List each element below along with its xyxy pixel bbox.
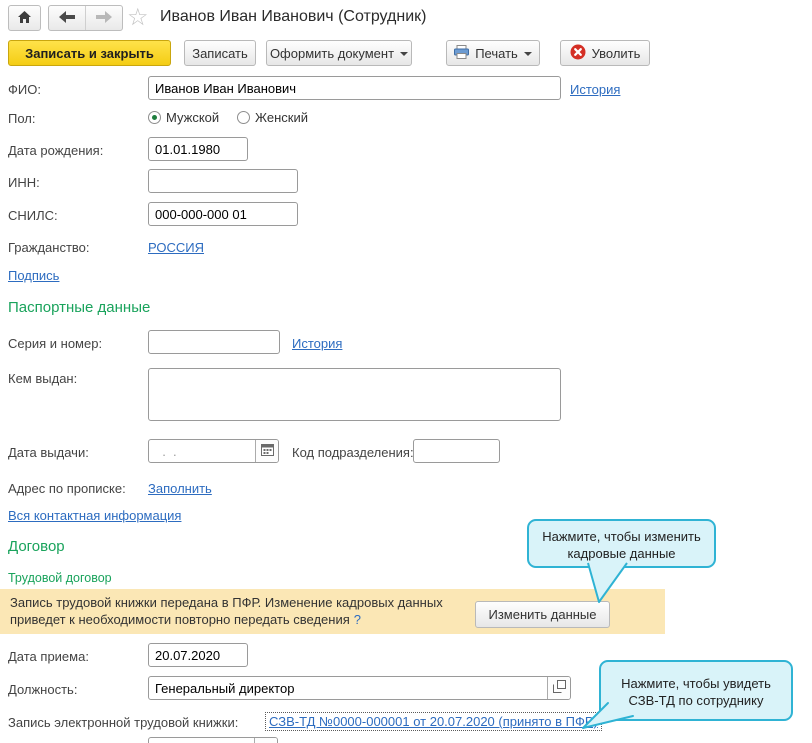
radio-dot-icon xyxy=(148,111,161,124)
address-label: Адрес по прописке: xyxy=(8,481,126,496)
help-question-link[interactable]: ? xyxy=(354,612,361,627)
open-form-icon xyxy=(553,680,566,696)
snils-label: СНИЛС: xyxy=(8,208,58,223)
print-label: Печать xyxy=(475,46,518,61)
all-contact-info-link[interactable]: Вся контактная информация xyxy=(8,508,181,523)
gender-radio-male[interactable]: Мужской xyxy=(148,110,219,125)
history-nav-group xyxy=(48,5,123,31)
inn-input[interactable] xyxy=(148,169,298,193)
save-label: Записать xyxy=(192,46,248,61)
hire-date-input[interactable] xyxy=(148,643,248,667)
gender-label: Пол: xyxy=(8,111,36,126)
signature-link[interactable]: Подпись xyxy=(8,268,59,283)
passport-history-link[interactable]: История xyxy=(292,336,342,351)
gender-radio-female[interactable]: Женский xyxy=(237,110,308,125)
snils-input[interactable] xyxy=(148,202,298,226)
dismiss-employee-button[interactable]: Уволить xyxy=(560,40,650,66)
dept-code-input[interactable] xyxy=(413,439,500,463)
birth-date-label: Дата рождения: xyxy=(8,143,103,158)
fio-label: ФИО: xyxy=(8,82,41,97)
position-label: Должность: xyxy=(8,682,77,697)
edit-data-label: Изменить данные xyxy=(489,607,597,622)
passport-section-header: Паспортные данные xyxy=(8,299,150,316)
issue-date-label: Дата выдачи: xyxy=(8,445,89,460)
issued-by-textarea[interactable] xyxy=(148,368,561,421)
bottom-partial-field xyxy=(148,737,278,743)
bottom-partial-picker-button[interactable] xyxy=(254,738,277,743)
work-record-label: Запись электронной трудовой книжки: xyxy=(8,715,238,730)
birth-date-input[interactable] xyxy=(148,137,248,161)
passport-series-label: Серия и номер: xyxy=(8,336,102,351)
save-and-close-label: Записать и закрыть xyxy=(25,46,154,61)
pfr-warning-line1: Запись трудовой книжки передана в ПФР. И… xyxy=(10,595,443,610)
page-title: Иванов Иван Иванович (Сотрудник) xyxy=(160,8,426,26)
home-icon xyxy=(17,10,32,27)
fio-input[interactable] xyxy=(148,76,561,100)
dept-code-label: Код подразделения: xyxy=(292,445,414,460)
bottom-partial-input[interactable] xyxy=(149,738,254,743)
calendar-icon xyxy=(261,443,274,459)
forward-button[interactable] xyxy=(86,6,122,30)
hire-date-label: Дата приема: xyxy=(8,649,89,664)
printer-icon xyxy=(454,45,469,62)
radio-dot-icon xyxy=(237,111,250,124)
position-field xyxy=(148,676,571,700)
home-button[interactable] xyxy=(8,5,41,31)
tooltip-edit-data: Нажмите, чтобы изменить кадровые данные xyxy=(527,519,716,568)
citizenship-link[interactable]: РОССИЯ xyxy=(148,240,204,255)
save-button[interactable]: Записать xyxy=(184,40,256,66)
edit-data-button[interactable]: Изменить данные xyxy=(475,601,610,628)
calendar-picker-button[interactable] xyxy=(255,440,278,462)
chevron-down-icon xyxy=(400,52,408,60)
fio-history-link[interactable]: История xyxy=(570,82,620,97)
citizenship-label: Гражданство: xyxy=(8,240,90,255)
back-button[interactable] xyxy=(49,6,85,30)
labor-contract-subheader: Трудовой договор xyxy=(8,571,112,585)
favorite-star-icon[interactable]: ☆ xyxy=(127,6,149,30)
chevron-down-icon xyxy=(524,52,532,60)
tooltip-szvtd: Нажмите, чтобы увидеть СЗВ-ТД по сотрудн… xyxy=(599,660,793,721)
forward-arrow-icon xyxy=(96,11,112,26)
create-document-label: Оформить документ xyxy=(270,46,394,61)
save-and-close-button[interactable]: Записать и закрыть xyxy=(8,40,171,66)
passport-series-input[interactable] xyxy=(148,330,280,354)
issue-date-field xyxy=(148,439,279,463)
open-position-button[interactable] xyxy=(547,677,570,699)
tooltip-szvtd-line1: Нажмите, чтобы увидеть xyxy=(621,676,771,691)
dismiss-x-icon xyxy=(570,44,586,63)
gender-male-label: Мужской xyxy=(166,110,219,125)
gender-female-label: Женский xyxy=(255,110,308,125)
position-input[interactable] xyxy=(149,677,547,699)
back-arrow-icon xyxy=(59,11,75,26)
address-fill-link[interactable]: Заполнить xyxy=(148,481,212,496)
pfr-warning-text: Запись трудовой книжки передана в ПФР. И… xyxy=(10,594,443,628)
tooltip-edit-data-line1: Нажмите, чтобы изменить xyxy=(542,529,701,544)
pfr-warning-line2: приведет к необходимости повторно переда… xyxy=(10,612,350,627)
dismiss-label: Уволить xyxy=(592,46,641,61)
issue-date-input[interactable] xyxy=(149,440,255,462)
create-document-button[interactable]: Оформить документ xyxy=(266,40,412,66)
contract-section-header: Договор xyxy=(8,538,65,555)
tooltip-edit-data-line2: кадровые данные xyxy=(567,546,675,561)
szvtd-link[interactable]: СЗВ-ТД №0000-000001 от 20.07.2020 (приня… xyxy=(265,712,602,731)
print-button[interactable]: Печать xyxy=(446,40,540,66)
employee-card-window: ☆ Иванов Иван Иванович (Сотрудник) Запис… xyxy=(0,0,812,743)
tooltip-szvtd-line2: СЗВ-ТД по сотруднику xyxy=(629,693,764,708)
inn-label: ИНН: xyxy=(8,175,40,190)
issued-by-label: Кем выдан: xyxy=(8,371,77,386)
